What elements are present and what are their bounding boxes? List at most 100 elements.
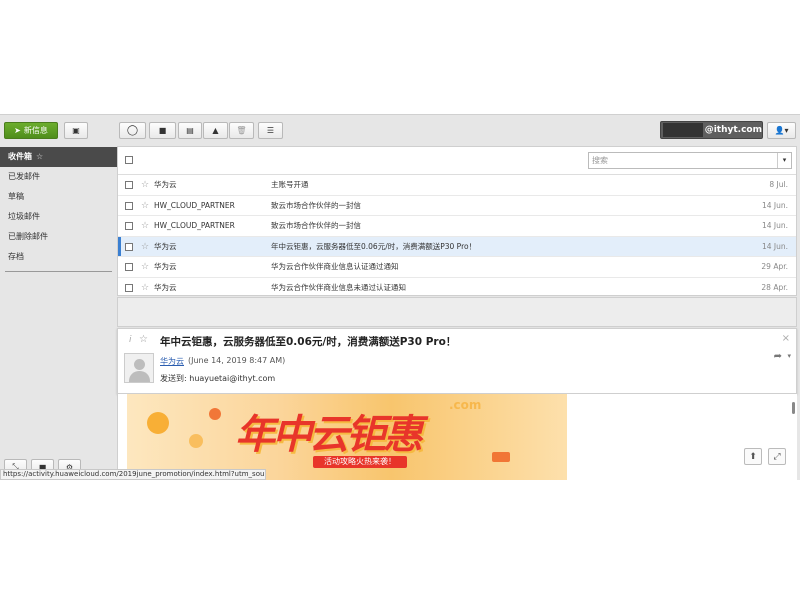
message-date: 14 Jun. bbox=[761, 221, 788, 230]
message-subject: 年中云钜惠，云服务器低至0.06元/时，消费满额送P30 Pro！ bbox=[271, 241, 477, 251]
menu-icon: ☰ bbox=[266, 126, 275, 135]
account-badge[interactable]: @ithyt.com bbox=[660, 121, 763, 139]
message-from: HW_CLOUD_PARTNER bbox=[154, 221, 235, 230]
scroll-top-button[interactable]: ⬆ bbox=[744, 448, 762, 465]
avatar bbox=[124, 353, 154, 383]
info-icon[interactable]: i bbox=[129, 335, 132, 345]
message-row[interactable]: ☆ 华为云 华为云合作伙伴商业信息认证通过通知 29 Apr. bbox=[118, 257, 796, 278]
search-input[interactable]: 搜索 ▾ bbox=[588, 152, 792, 169]
star-icon[interactable]: ☆ bbox=[141, 237, 149, 257]
archive-button[interactable]: ▤ bbox=[178, 122, 202, 139]
star-icon[interactable]: ☆ bbox=[141, 175, 149, 195]
fullscreen-button[interactable]: ⤢ bbox=[768, 448, 786, 465]
message-from: HW_CLOUD_PARTNER bbox=[154, 200, 235, 210]
refresh-button[interactable]: ◯ bbox=[119, 122, 146, 139]
send-icon: ➤ bbox=[14, 126, 21, 135]
message-from: 华为云 bbox=[154, 241, 177, 251]
expand-icon: ⤢ bbox=[773, 451, 781, 462]
message-row-selected[interactable]: ☆ 华为云 年中云钜惠，云服务器低至0.06元/时，消费满额送P30 Pro！ … bbox=[118, 236, 796, 257]
account-domain: @ithyt.com bbox=[704, 125, 762, 135]
folder-icon: ■ bbox=[158, 126, 167, 135]
message-subject: 华为云合作伙伴商业信息认证通过通知 bbox=[271, 262, 399, 271]
row-checkbox[interactable] bbox=[125, 242, 133, 251]
folder-inbox[interactable]: 收件箱 ☆ bbox=[0, 147, 117, 167]
spam-button[interactable]: ▲ bbox=[203, 122, 228, 139]
row-checkbox[interactable] bbox=[125, 222, 133, 230]
message-date: 14 Jun. bbox=[761, 241, 788, 251]
folder-label: 存档 bbox=[8, 252, 24, 261]
move-button[interactable]: ■ bbox=[149, 122, 176, 139]
row-checkbox[interactable] bbox=[125, 263, 133, 271]
preview-to: 发送到: huayuetai@ithyt.com bbox=[160, 373, 275, 384]
folder-label: 已发邮件 bbox=[8, 172, 40, 181]
message-row[interactable]: ☆ HW_CLOUD_PARTNER 致云市场合作伙伴的一封信 14 Jun. bbox=[118, 216, 796, 237]
message-date: 28 Apr. bbox=[761, 282, 788, 292]
message-row[interactable]: ☆ HW_CLOUD_PARTNER 致云市场合作伙伴的一封信 14 Jun. bbox=[118, 196, 796, 216]
banner-decoration bbox=[492, 452, 510, 462]
warning-icon: ▲ bbox=[212, 126, 219, 135]
select-all-checkbox[interactable] bbox=[125, 156, 133, 164]
folder-sent[interactable]: 已发邮件 bbox=[0, 167, 117, 187]
message-date: 14 Jun. bbox=[761, 200, 788, 210]
star-icon[interactable]: ☆ bbox=[141, 278, 149, 298]
message-from: 华为云 bbox=[154, 262, 177, 271]
refresh-icon: ◯ bbox=[126, 125, 139, 136]
banner-ribbon: 活动攻略火热来袭！ bbox=[313, 456, 407, 468]
banner-title: 年中云钜惠 bbox=[235, 412, 423, 458]
row-checkbox[interactable] bbox=[125, 283, 133, 292]
message-header: i ☆ 年中云钜惠，云服务器低至0.06元/时，消费满额送P30 Pro！ 华为… bbox=[117, 328, 797, 394]
chevron-down-icon[interactable]: ▾ bbox=[787, 352, 791, 360]
message-date: 8 Jul. bbox=[769, 180, 788, 189]
folder-label: 垃圾邮件 bbox=[8, 212, 40, 221]
account-name-masked bbox=[663, 123, 703, 137]
scrollbar[interactable] bbox=[792, 402, 795, 414]
message-from: 华为云 bbox=[154, 180, 177, 189]
promo-banner-image[interactable]: 年中云钜惠 活动攻略火热来袭！ .com bbox=[127, 394, 567, 480]
message-body: 年中云钜惠 活动攻略火热来袭！ .com ⬆ ⤢ bbox=[117, 394, 797, 480]
folder-spam[interactable]: 垃圾邮件 bbox=[0, 207, 117, 227]
webmail-app: ➤ 新信息 ▣ ◯ ■ ▤ ▲ 🗑 ☰ @ithyt.com 👤▾ 收件箱 ☆ 已… bbox=[0, 114, 800, 480]
row-checkbox[interactable] bbox=[125, 181, 133, 189]
message-row[interactable]: ☆ 华为云 主账号开通 8 Jul. bbox=[118, 175, 796, 196]
banner-domain: .com bbox=[449, 398, 482, 412]
folder-archive[interactable]: 存档 bbox=[0, 247, 117, 267]
star-icon[interactable]: ☆ bbox=[141, 257, 149, 277]
chevron-down-icon[interactable]: ▾ bbox=[777, 153, 791, 168]
trash-icon: 🗑 bbox=[236, 126, 247, 135]
message-subject: 致云市场合作伙伴的一封信 bbox=[271, 200, 361, 210]
list-footer bbox=[117, 297, 797, 327]
star-icon[interactable]: ☆ bbox=[36, 152, 43, 161]
banner-decoration bbox=[189, 434, 203, 448]
message-date: 29 Apr. bbox=[761, 262, 788, 271]
more-actions-button[interactable]: ☰ bbox=[258, 122, 283, 139]
user-menu-button[interactable]: 👤▾ bbox=[767, 122, 796, 139]
preview-date: (June 14, 2019 8:47 AM) bbox=[188, 356, 286, 365]
contacts-button[interactable]: ▣ bbox=[64, 122, 88, 139]
message-subject: 华为云合作伙伴商业信息未通过认证通知 bbox=[271, 282, 406, 292]
to-address: huayuetai@ithyt.com bbox=[189, 374, 276, 383]
row-checkbox[interactable] bbox=[125, 201, 133, 210]
message-list: 搜索 ▾ ☆ 华为云 主账号开通 8 Jul. ☆ HW_CLOUD_PARTN… bbox=[117, 146, 797, 298]
banner-decoration bbox=[209, 408, 221, 420]
message-row[interactable]: ☆ 华为云 华为云合作伙伴商业信息未通过认证通知 28 Apr. bbox=[118, 278, 796, 298]
close-icon[interactable]: × bbox=[782, 333, 790, 344]
star-icon[interactable]: ☆ bbox=[141, 216, 149, 236]
folder-label: 已删除邮件 bbox=[8, 232, 48, 241]
folder-label: 收件箱 bbox=[8, 152, 32, 161]
message-subject: 致云市场合作伙伴的一封信 bbox=[271, 221, 361, 230]
message-subject: 主账号开通 bbox=[271, 180, 309, 189]
folder-drafts[interactable]: 草稿 bbox=[0, 187, 117, 207]
folder-sidebar: 收件箱 ☆ 已发邮件 草稿 垃圾邮件 已删除邮件 存档 bbox=[0, 147, 117, 480]
delete-button[interactable]: 🗑 bbox=[229, 122, 254, 139]
forward-icon[interactable]: ➦ bbox=[774, 351, 782, 362]
star-icon[interactable]: ☆ bbox=[141, 196, 149, 216]
search-placeholder: 搜索 bbox=[592, 156, 608, 165]
compose-label: 新信息 bbox=[23, 126, 48, 135]
to-label: 发送到: bbox=[160, 374, 187, 383]
preview-sender[interactable]: 华为云 bbox=[160, 356, 184, 367]
arrow-up-icon: ⬆ bbox=[749, 451, 757, 462]
folder-trash[interactable]: 已删除邮件 bbox=[0, 227, 117, 247]
star-icon[interactable]: ☆ bbox=[139, 334, 148, 345]
compose-button[interactable]: ➤ 新信息 bbox=[4, 122, 58, 139]
sidebar-divider bbox=[5, 271, 112, 272]
